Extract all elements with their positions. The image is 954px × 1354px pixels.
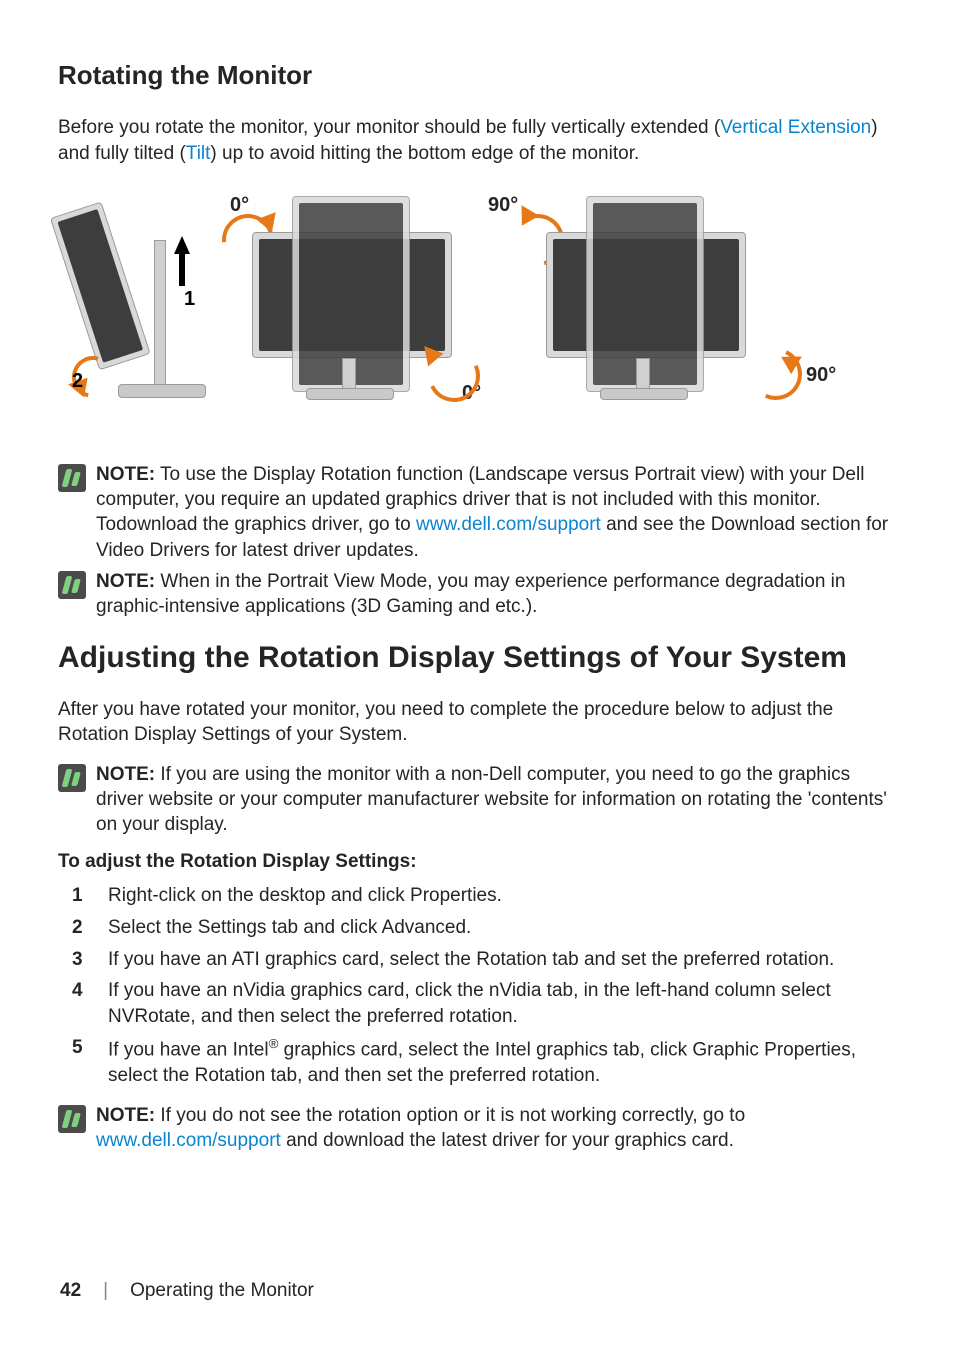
link-dell-support-2[interactable]: www.dell.com/support (96, 1130, 281, 1151)
note-4-text-a: If you do not see the rotation option or… (155, 1105, 745, 1126)
step-1: 1 Right-click on the desktop and click P… (58, 883, 896, 909)
step-4: 4 If you have an nVidia graphics card, c… (58, 978, 896, 1029)
footer-separator: | (103, 1280, 108, 1302)
step-num: 1 (72, 883, 88, 909)
link-vertical-extension[interactable]: Vertical Extension (720, 117, 871, 138)
note-2-text: When in the Portrait View Mode, you may … (96, 571, 845, 617)
stand-pole-right (636, 358, 650, 392)
page-number: 42 (60, 1280, 81, 1302)
note-1-label: NOTE: (96, 464, 155, 485)
figure-label-1: 1 (184, 288, 195, 311)
note-icon (58, 764, 86, 792)
intro-paragraph: Before you rotate the monitor, your moni… (58, 115, 896, 166)
note-icon (58, 464, 86, 492)
note-4-text-b: and download the latest driver for your … (281, 1130, 734, 1151)
note-block-4: NOTE: If you do not see the rotation opt… (58, 1103, 896, 1153)
note-icon (58, 1105, 86, 1133)
step-num: 2 (72, 915, 88, 941)
note-1-body: NOTE: To use the Display Rotation functi… (96, 462, 896, 562)
step-num: 3 (72, 947, 88, 973)
step5-pre: If you have an Intel (108, 1040, 269, 1061)
figure-label-2: 2 (72, 370, 83, 393)
note-icon (58, 571, 86, 599)
link-dell-support-1[interactable]: www.dell.com/support (416, 514, 601, 535)
registered-symbol: ® (269, 1036, 279, 1051)
chapter-title: Operating the Monitor (130, 1280, 314, 1302)
intro-text-post: ) up to avoid hitting the bottom edge of… (210, 143, 639, 164)
note-block-2: NOTE: When in the Portrait View Mode, yo… (58, 569, 896, 619)
step-5: 5 If you have an Intel® graphics card, s… (58, 1035, 896, 1089)
step-num: 5 (72, 1035, 88, 1089)
step-text: Select the Settings tab and click Advanc… (108, 915, 896, 941)
stand-base-left (118, 384, 206, 398)
step-text: Right-click on the desktop and click Pro… (108, 883, 896, 909)
step-2: 2 Select the Settings tab and click Adva… (58, 915, 896, 941)
note-2-body: NOTE: When in the Portrait View Mode, yo… (96, 569, 896, 619)
step-text: If you have an nVidia graphics card, cli… (108, 978, 896, 1029)
document-page: Rotating the Monitor Before you rotate t… (0, 0, 954, 1354)
stand-pole-mid (342, 358, 356, 392)
stand-pole-left (154, 240, 166, 386)
figure-rotation: 1 2 0° 0° 90° 90° (58, 180, 896, 436)
stand-base-mid (306, 388, 394, 400)
note-2-label: NOTE: (96, 571, 155, 592)
note-3-body: NOTE: If you are using the monitor with … (96, 762, 896, 837)
stand-base-right (600, 388, 688, 400)
note-block-1: NOTE: To use the Display Rotation functi… (58, 462, 896, 562)
monitor-side-tilted (50, 202, 151, 371)
note-3-text: If you are using the monitor with a non-… (96, 764, 887, 835)
step-text: If you have an Intel® graphics card, sel… (108, 1035, 896, 1089)
heading-adjusting: Adjusting the Rotation Display Settings … (58, 641, 896, 675)
note-3-label: NOTE: (96, 764, 155, 785)
step-3: 3 If you have an ATI graphics card, sele… (58, 947, 896, 973)
note-4-label: NOTE: (96, 1105, 155, 1126)
arrow-curve-90b-icon (743, 341, 810, 408)
page-footer: 42 | Operating the Monitor (60, 1280, 314, 1302)
heading-rotating: Rotating the Monitor (58, 60, 896, 91)
link-tilt[interactable]: Tilt (186, 143, 211, 164)
label-90deg-bottom: 90° (806, 364, 836, 387)
intro-text-pre: Before you rotate the monitor, your moni… (58, 117, 720, 138)
step-text: If you have an ATI graphics card, select… (108, 947, 896, 973)
note-block-3: NOTE: If you are using the monitor with … (58, 762, 896, 837)
label-90deg-top: 90° (488, 194, 518, 217)
procedure-title: To adjust the Rotation Display Settings: (58, 851, 896, 873)
note-4-body: NOTE: If you do not see the rotation opt… (96, 1103, 896, 1153)
step-num: 4 (72, 978, 88, 1029)
arrow-vertical-stem (179, 252, 185, 286)
procedure-list: 1 Right-click on the desktop and click P… (58, 883, 896, 1089)
paragraph-after-rotate: After you have rotated your monitor, you… (58, 697, 896, 748)
